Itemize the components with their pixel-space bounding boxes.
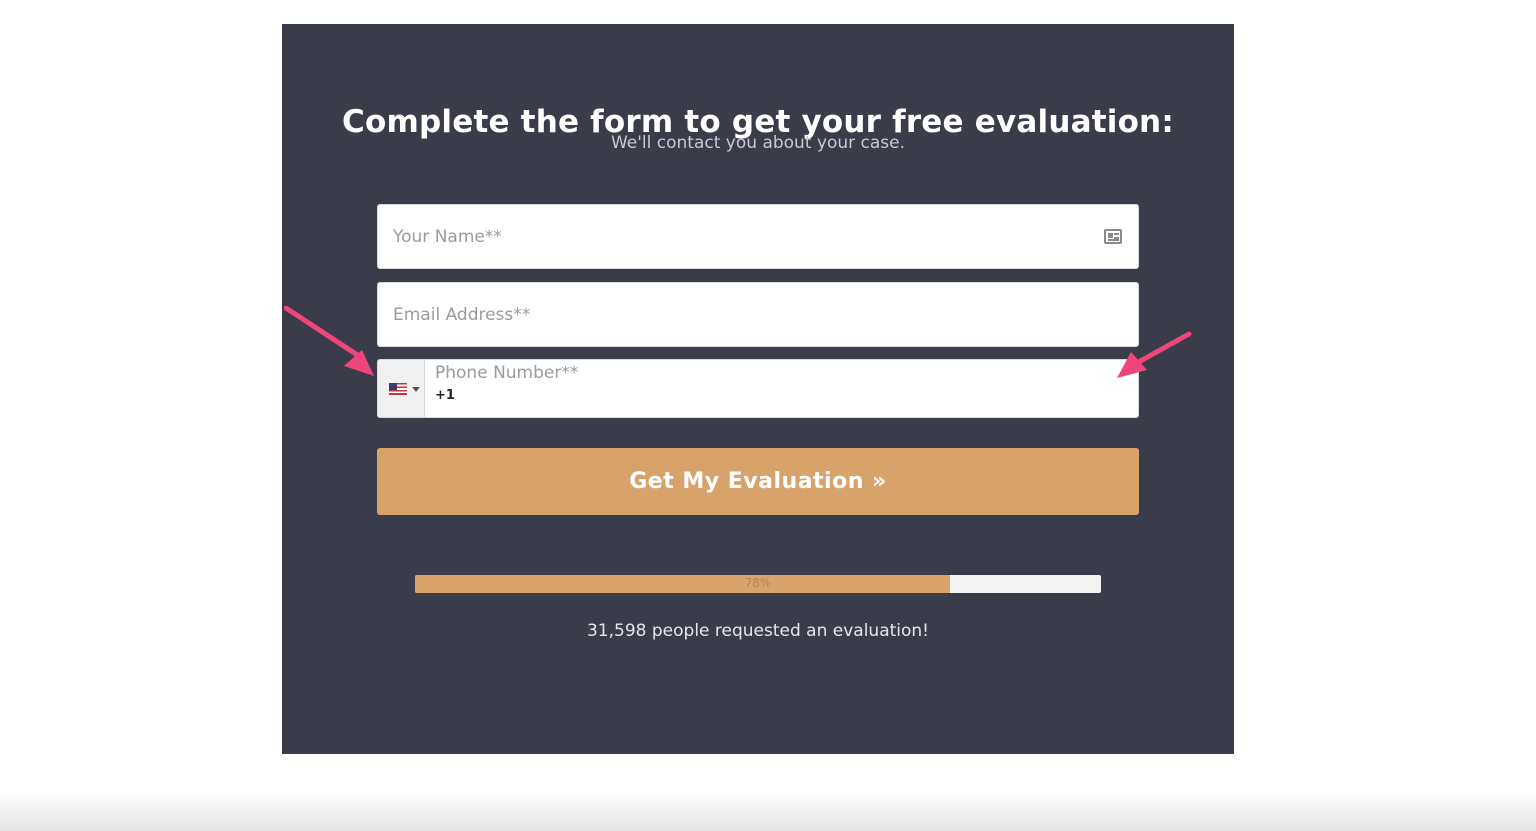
phone-input[interactable]: +1 [435,388,455,403]
name-input[interactable] [378,205,1138,268]
phone-label: Phone Number** [435,363,579,383]
get-evaluation-button[interactable]: Get My Evaluation » [377,448,1139,515]
progress-label: 78% [744,576,772,590]
evaluation-form-panel: Complete the form to get your free evalu… [282,24,1234,754]
caret-down-icon [412,387,420,392]
page: Complete the form to get your free evalu… [0,0,1536,831]
bottom-shadow [0,791,1536,831]
left-annotation-arrow-icon [284,306,374,376]
email-field[interactable] [377,282,1139,347]
name-field[interactable] [377,204,1139,269]
phone-field[interactable]: Phone Number** +1 [377,359,1139,418]
email-input[interactable] [378,283,1138,346]
progress-bar: 78% [415,575,1101,593]
form-subtitle: We'll contact you about your case. [610,133,906,153]
contact-card-icon [1104,229,1122,244]
right-annotation-arrow-icon [1117,331,1192,378]
evaluation-count-text: 31,598 people requested an evaluation! [586,621,930,641]
us-flag-icon [389,383,407,395]
